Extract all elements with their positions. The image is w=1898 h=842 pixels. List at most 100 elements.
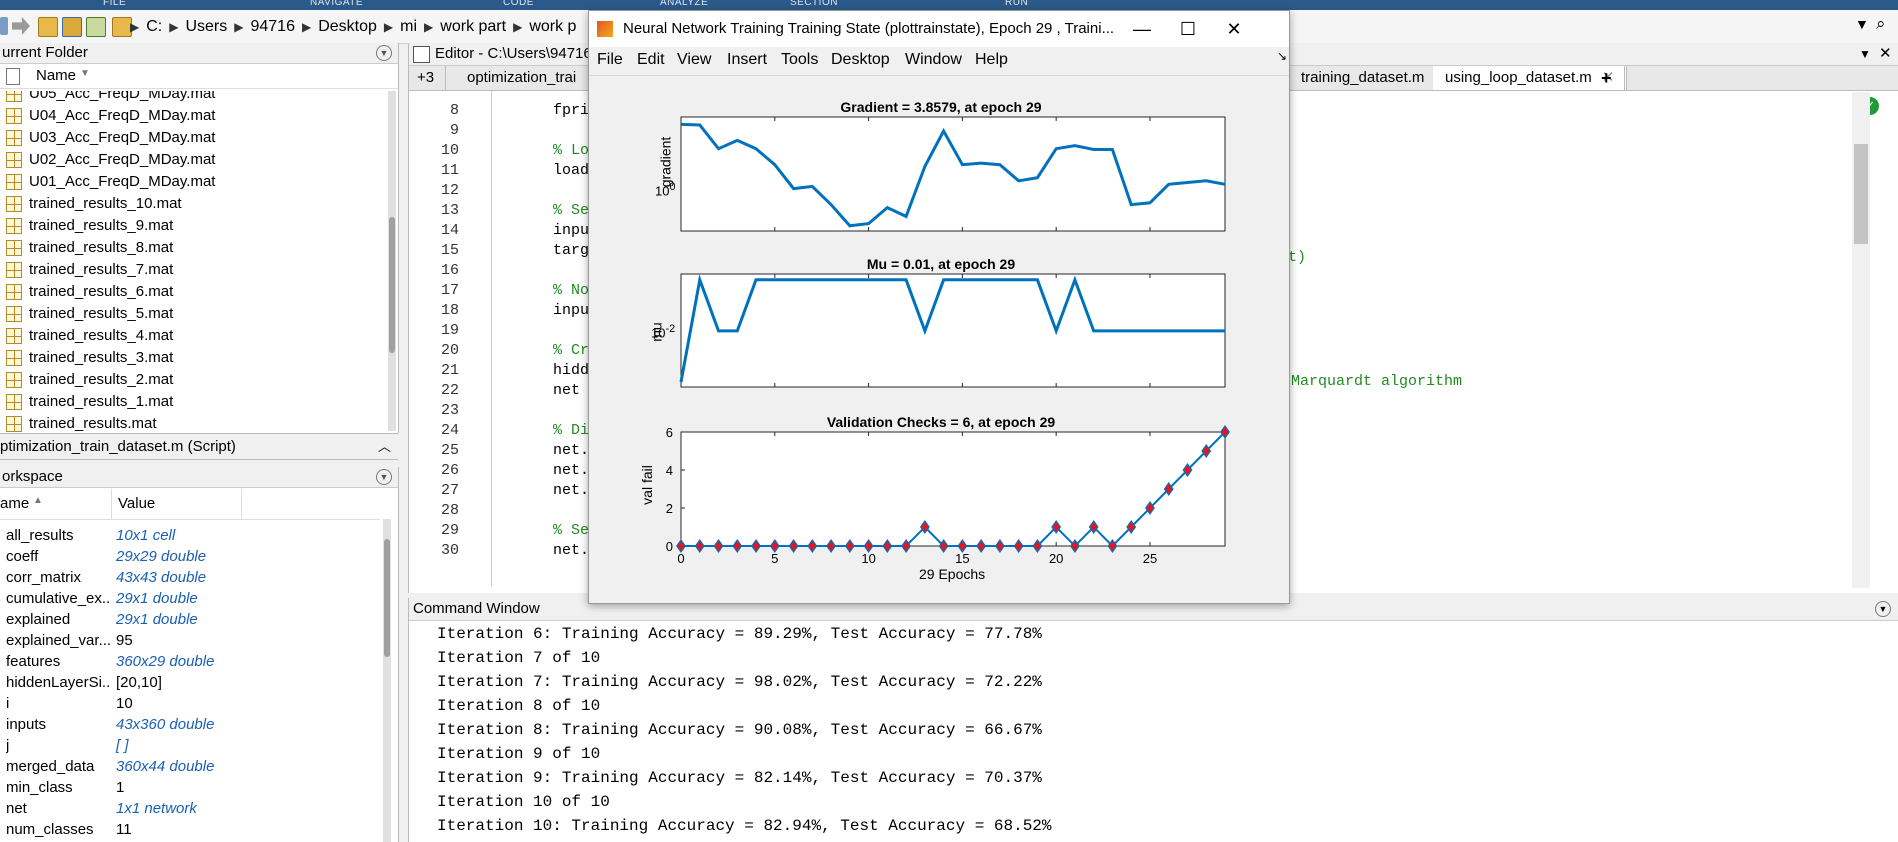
folder-column-header[interactable]: Name ▼ bbox=[0, 64, 398, 89]
file-list-item[interactable]: trained_results_8.mat bbox=[0, 237, 385, 259]
ribbon-label-navigate[interactable]: NAVIGATE bbox=[310, 0, 363, 8]
browse-folder-icon[interactable] bbox=[62, 17, 82, 37]
code-line[interactable]: % Di bbox=[553, 422, 589, 439]
address-dropdown-icon[interactable]: ▼ bbox=[1855, 16, 1869, 32]
workspace-row[interactable]: explained 29x1 double bbox=[0, 609, 380, 630]
dock-arrow-icon[interactable]: ↘ bbox=[1277, 49, 1287, 63]
up-folder-icon[interactable] bbox=[38, 17, 58, 37]
breadcrumb-item[interactable]: Desktop bbox=[311, 18, 384, 36]
breadcrumb-item[interactable]: mi bbox=[393, 18, 424, 36]
workspace-row[interactable]: merged_data 360x44 double bbox=[0, 756, 380, 777]
name-column-header[interactable]: Name bbox=[36, 67, 76, 84]
file-list-item[interactable]: U04_Acc_FreqD_MDay.mat bbox=[0, 105, 385, 127]
breadcrumb[interactable]: ▶ C: ▶ Users ▶ 94716 ▶ Desktop ▶ mi ▶ work par… bbox=[130, 10, 583, 43]
breadcrumb-item[interactable]: 94716 bbox=[243, 18, 302, 36]
workspace-row[interactable]: hiddenLayerSi... [20,10] bbox=[0, 672, 380, 693]
file-list-item[interactable]: U01_Acc_FreqD_MDay.mat bbox=[0, 171, 385, 193]
workspace-scrollbar[interactable] bbox=[383, 519, 391, 842]
code-line[interactable]: % Se bbox=[553, 522, 589, 539]
workspace-actions-icon[interactable]: ▼ bbox=[376, 469, 392, 485]
workspace-row[interactable]: cumulative_ex... 29x1 double bbox=[0, 588, 380, 609]
code-line[interactable]: net. bbox=[553, 482, 589, 499]
workspace-row[interactable]: j [ ] bbox=[0, 735, 380, 756]
find-files-icon[interactable] bbox=[86, 17, 106, 37]
folder-scrollbar[interactable] bbox=[388, 91, 396, 431]
ribbon-label-file[interactable]: FILE bbox=[103, 0, 126, 8]
tab-overflow[interactable]: +3 bbox=[409, 66, 446, 90]
file-list-item[interactable]: U05_Acc_FreqD_MDay.mat bbox=[0, 91, 385, 105]
workspace-row[interactable]: features 360x29 double bbox=[0, 651, 380, 672]
breadcrumb-item[interactable]: work p bbox=[522, 18, 583, 36]
file-list-item[interactable]: trained_results.mat bbox=[0, 413, 385, 435]
code-line[interactable]: inpu bbox=[553, 302, 589, 319]
code-line[interactable]: % Lo bbox=[553, 142, 589, 159]
menu-desktop[interactable]: Desktop bbox=[831, 51, 890, 69]
workspace-row[interactable]: num_classes 11 bbox=[0, 819, 380, 840]
command-window[interactable]: Command Window ▼ Iteration 6: Training A… bbox=[408, 598, 1898, 842]
figure-title-bar[interactable]: Neural Network Training Training State (… bbox=[589, 11, 1289, 47]
workspace-row[interactable]: explained_var... 95 bbox=[0, 630, 380, 651]
code-line[interactable]: fpri bbox=[553, 102, 589, 119]
breadcrumb-item[interactable]: Users bbox=[178, 18, 234, 36]
workspace-row[interactable]: coeff 29x29 double bbox=[0, 546, 380, 567]
ws-value-header[interactable]: Value bbox=[118, 495, 155, 512]
workspace-row[interactable]: corr_matrix 43x43 double bbox=[0, 567, 380, 588]
code-line[interactable]: hidd bbox=[553, 362, 589, 379]
menu-insert[interactable]: Insert bbox=[727, 51, 767, 69]
close-button[interactable]: ✕ bbox=[1211, 11, 1257, 47]
code-line[interactable]: load bbox=[553, 162, 589, 179]
new-tab-button[interactable]: + bbox=[1589, 66, 1625, 90]
menu-help[interactable]: Help bbox=[975, 51, 1008, 69]
menu-file[interactable]: File bbox=[597, 51, 623, 69]
menu-edit[interactable]: Edit bbox=[637, 51, 665, 69]
ribbon-label-analyze[interactable]: ANALYZE bbox=[660, 0, 708, 8]
details-bar[interactable]: ptimization_train_dataset.m (Script) ︿ bbox=[0, 433, 398, 460]
editor-scroll-thumb[interactable] bbox=[1854, 144, 1868, 244]
workspace-row[interactable]: i 10 bbox=[0, 693, 380, 714]
maximize-button[interactable]: ☐ bbox=[1165, 11, 1211, 47]
file-list-item[interactable]: trained_results_7.mat bbox=[0, 259, 385, 281]
ribbon-label-code[interactable]: CODE bbox=[503, 0, 534, 8]
code-line[interactable]: % Se bbox=[553, 202, 589, 219]
menu-view[interactable]: View bbox=[677, 51, 711, 69]
ribbon-label-section[interactable]: SECTION bbox=[790, 0, 838, 8]
workspace-scroll-thumb[interactable] bbox=[384, 539, 390, 657]
menu-window[interactable]: Window bbox=[905, 51, 962, 69]
command-actions-icon[interactable]: ▼ bbox=[1875, 601, 1891, 617]
workspace-row[interactable]: inputs 43x360 double bbox=[0, 714, 380, 735]
code-line[interactable]: net bbox=[553, 382, 580, 399]
code-line[interactable]: net. bbox=[553, 462, 589, 479]
file-list-item[interactable]: trained_results_1.mat bbox=[0, 391, 385, 413]
file-list-item[interactable]: U03_Acc_FreqD_MDay.mat bbox=[0, 127, 385, 149]
code-line[interactable]: targ bbox=[553, 242, 589, 259]
editor-actions-icon[interactable]: ▼ bbox=[1859, 43, 1871, 65]
back-arrow-icon[interactable] bbox=[0, 17, 8, 35]
menu-tools[interactable]: Tools bbox=[781, 51, 818, 69]
file-list-item[interactable]: trained_results_3.mat bbox=[0, 347, 385, 369]
tab-optimization-train[interactable]: optimization_trai bbox=[455, 66, 590, 90]
editor-close-icon[interactable]: ✕ bbox=[1879, 43, 1892, 65]
file-list-item[interactable]: trained_results_2.mat bbox=[0, 369, 385, 391]
minimize-button[interactable]: — bbox=[1119, 11, 1165, 47]
ws-name-header[interactable]: ame bbox=[0, 495, 29, 512]
file-list-item[interactable]: trained_results_4.mat bbox=[0, 325, 385, 347]
file-list-item[interactable]: trained_results_5.mat bbox=[0, 303, 385, 325]
editor-scrollbar[interactable] bbox=[1852, 92, 1870, 588]
file-list-item[interactable]: trained_results_10.mat bbox=[0, 193, 385, 215]
forward-arrow-icon[interactable] bbox=[12, 17, 30, 35]
file-list-item[interactable]: trained_results_6.mat bbox=[0, 281, 385, 303]
file-list-item[interactable]: U02_Acc_FreqD_MDay.mat bbox=[0, 149, 385, 171]
code-line[interactable]: % Cr bbox=[553, 342, 589, 359]
collapse-chevron-icon[interactable]: ︿ bbox=[378, 434, 391, 459]
folder-scroll-thumb[interactable] bbox=[389, 217, 395, 353]
code-line[interactable]: % No bbox=[553, 282, 589, 299]
breadcrumb-item[interactable]: work part bbox=[433, 18, 513, 36]
code-line[interactable]: inpu bbox=[553, 222, 589, 239]
workspace-row[interactable]: net 1x1 network bbox=[0, 798, 380, 819]
code-line[interactable]: net. bbox=[553, 542, 589, 559]
ribbon-label-run[interactable]: RUN bbox=[1005, 0, 1028, 8]
breadcrumb-item[interactable]: C: bbox=[139, 18, 169, 36]
search-icon[interactable]: ⌕ bbox=[1876, 14, 1886, 34]
workspace-row[interactable]: all_results 10x1 cell bbox=[0, 525, 380, 546]
code-line[interactable]: net. bbox=[553, 442, 589, 459]
